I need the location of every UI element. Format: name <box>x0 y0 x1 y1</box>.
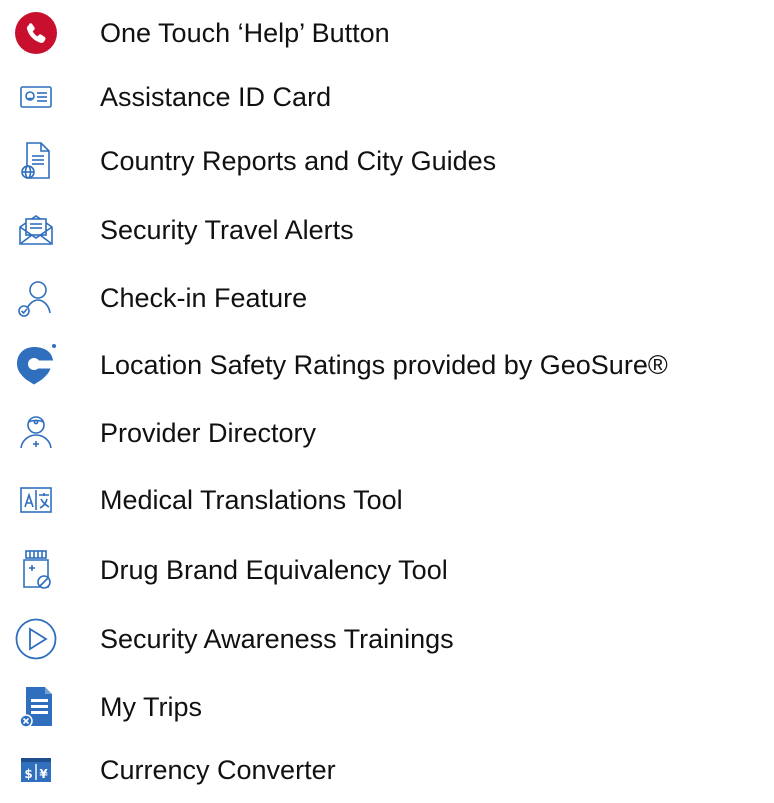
feature-row-help-button[interactable]: One Touch ‘Help’ Button <box>0 0 774 66</box>
pill-bottle-icon <box>6 537 66 603</box>
feature-label: Drug Brand Equivalency Tool <box>100 555 448 585</box>
feature-label: Provider Directory <box>100 418 317 448</box>
feature-label: Location Safety Ratings provided by GeoS… <box>100 350 668 380</box>
feature-label: Check-in Feature <box>100 283 308 313</box>
feature-row-provider-directory[interactable]: Provider Directory <box>0 400 774 466</box>
doctor-icon <box>6 400 66 466</box>
feature-row-drug-brand[interactable]: Drug Brand Equivalency Tool <box>0 537 774 603</box>
feature-label: Medical Translations Tool <box>100 485 403 515</box>
feature-label: Security Travel Alerts <box>100 215 354 245</box>
feature-row-country-reports[interactable]: Country Reports and City Guides <box>0 128 774 194</box>
feature-label: Country Reports and City Guides <box>100 146 497 176</box>
person-check-icon <box>6 265 66 331</box>
feature-row-security-trainings[interactable]: Security Awareness Trainings <box>0 606 774 672</box>
feature-row-check-in[interactable]: Check-in Feature <box>0 265 774 331</box>
geosure-logo-icon <box>6 332 66 398</box>
svg-text:¥: ¥ <box>39 767 48 781</box>
feature-label: Security Awareness Trainings <box>100 624 454 654</box>
feature-label: One Touch ‘Help’ Button <box>100 18 390 48</box>
feature-row-travel-alerts[interactable]: Security Travel Alerts <box>0 197 774 263</box>
trip-document-icon <box>6 674 66 740</box>
id-card-icon <box>6 64 66 130</box>
globe-document-icon <box>6 128 66 194</box>
feature-label: My Trips <box>100 692 203 722</box>
feature-row-id-card[interactable]: Assistance ID Card <box>0 64 774 130</box>
svg-text:$: $ <box>24 767 32 781</box>
feature-list: One Touch ‘Help’ Button Assistance ID Ca… <box>0 0 774 789</box>
feature-row-safety-ratings[interactable]: Location Safety Ratings provided by GeoS… <box>0 332 774 398</box>
feature-row-medical-translations[interactable]: Medical Translations Tool <box>0 467 774 533</box>
feature-label: Currency Converter <box>100 755 336 785</box>
envelope-icon <box>6 197 66 263</box>
play-circle-icon <box>6 606 66 672</box>
feature-row-my-trips[interactable]: My Trips <box>0 674 774 740</box>
phone-icon <box>6 0 66 66</box>
feature-row-currency-converter[interactable]: $ ¥ Currency Converter <box>0 737 774 803</box>
currency-icon: $ ¥ <box>6 737 66 803</box>
translate-icon <box>6 467 66 533</box>
feature-label: Assistance ID Card <box>100 82 332 112</box>
